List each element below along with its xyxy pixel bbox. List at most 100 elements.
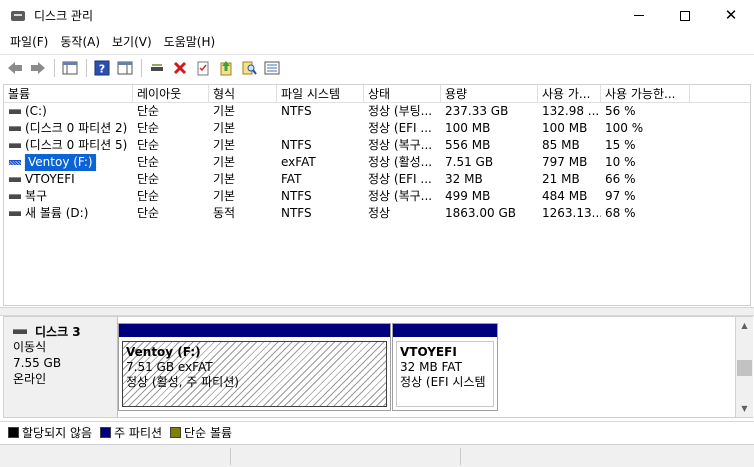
legend-swatch-simple-volume	[170, 427, 182, 438]
cell-volume: (디스크 0 파티션 5)	[4, 137, 133, 154]
scroll-thumb[interactable]	[737, 360, 752, 376]
cell-percent-free: 100 %	[605, 121, 644, 135]
table-row[interactable]: VTOYEFI 단순 기본 FAT 정상 (EFI ... 32 MB 21 MB 66 %	[4, 171, 750, 188]
export-button[interactable]	[215, 57, 237, 79]
close-button[interactable]: ✕	[708, 0, 754, 31]
back-button[interactable]	[4, 57, 26, 79]
menu-file[interactable]: 파일(F)	[4, 31, 54, 53]
cell-status: 정상 (부팅...	[368, 104, 433, 118]
column-header-type[interactable]: 형식	[209, 85, 277, 103]
legend-item-unallocated: 할당되지 않음	[8, 424, 92, 441]
partition-vtoyefi[interactable]: VTOYEFI 32 MB FAT 정상 (EFI 시스템	[392, 323, 498, 411]
cell-type: 기본	[213, 104, 236, 118]
volume-icon	[9, 194, 21, 199]
column-header-status[interactable]: 상태	[364, 85, 441, 103]
console-tree-button[interactable]	[59, 57, 81, 79]
delete-button[interactable]	[169, 57, 191, 79]
volume-name: (디스크 0 파티션 5)	[25, 138, 128, 152]
cell-capacity: 100 MB	[445, 121, 491, 135]
status-separator	[460, 448, 461, 465]
settings-list-icon	[264, 61, 280, 74]
table-row[interactable]: 복구 단순 기본 NTFS 정상 (복구... 499 MB 484 MB 97 %	[4, 188, 750, 205]
cell-layout: 단순	[137, 206, 160, 220]
cell-volume: Ventoy (F:)	[4, 154, 133, 171]
column-header-layout[interactable]: 레이아웃	[133, 85, 209, 103]
delete-icon	[173, 61, 187, 74]
column-header-volume[interactable]: 볼륨	[4, 85, 133, 103]
table-row[interactable]: (디스크 0 파티션 5) 단순 기본 NTFS 정상 (복구... 556 MB 85 M…	[4, 137, 750, 154]
column-header-file-system[interactable]: 파일 시스템	[277, 85, 364, 103]
volume-icon	[9, 143, 21, 148]
pane-splitter[interactable]	[0, 307, 754, 316]
column-header-free-space[interactable]: 사용 가...	[538, 85, 601, 103]
cell-file-system: FAT	[281, 172, 302, 186]
table-row[interactable]: (C:) 단순 기본 NTFS 정상 (부팅... 237.33 GB 132.98 ...…	[4, 103, 750, 120]
status-separator	[230, 448, 231, 465]
volume-name: 새 볼륨 (D:)	[25, 206, 89, 220]
properties-button[interactable]	[192, 57, 214, 79]
column-header-percent-free[interactable]: 사용 가능한...	[601, 85, 690, 103]
action-pane-button[interactable]	[114, 57, 136, 79]
disk-icon	[13, 328, 27, 334]
disk-graphical-view: 디스크 3 이동식 7.55 GB 온라인 Ventoy (F:) 7.51 G…	[3, 316, 736, 418]
toolbar-separator	[86, 58, 87, 77]
menu-view[interactable]: 보기(V)	[106, 31, 158, 53]
forward-arrow-icon	[31, 61, 45, 74]
cell-file-system: NTFS	[281, 104, 312, 118]
partition-type-bar	[393, 324, 497, 337]
partition-size-fs: 7.51 GB exFAT	[126, 360, 213, 374]
forward-button[interactable]	[27, 57, 49, 79]
partition-size-fs: 32 MB FAT	[400, 360, 462, 374]
disk-info-panel[interactable]: 디스크 3 이동식 7.55 GB 온라인	[4, 317, 118, 417]
table-row[interactable]: Ventoy (F:) 단순 기본 exFAT 정상 (활성... 7.51 GB 797 …	[4, 154, 750, 171]
connect-disk-button[interactable]	[146, 57, 168, 79]
volume-name: (C:)	[25, 104, 47, 118]
disk-name: 디스크 3	[35, 324, 81, 339]
cell-type: 기본	[213, 121, 236, 135]
partition-legend: 할당되지 않음 주 파티션 단순 볼륨	[0, 421, 754, 443]
help-button[interactable]: ?	[91, 57, 113, 79]
volume-icon	[9, 211, 21, 216]
cell-file-system: NTFS	[281, 138, 312, 152]
cell-status: 정상 (EFI ...	[368, 121, 432, 135]
disk-view-scrollbar[interactable]: ▲ ▼	[736, 316, 753, 418]
volume-list-header: 볼륨 레이아웃 형식 파일 시스템 상태 용량 사용 가... 사용 가능한..…	[4, 85, 750, 103]
cell-layout: 단순	[137, 138, 160, 152]
partition-ventoy[interactable]: Ventoy (F:) 7.51 GB exFAT 정상 (활성, 주 파티션)	[118, 323, 391, 411]
console-tree-icon	[62, 61, 78, 74]
volume-list[interactable]: 볼륨 레이아웃 형식 파일 시스템 상태 용량 사용 가... 사용 가능한..…	[3, 84, 751, 306]
search-button[interactable]	[238, 57, 260, 79]
cell-file-system: NTFS	[281, 189, 312, 203]
partition-vtoyefi-body: VTOYEFI 32 MB FAT 정상 (EFI 시스템	[396, 341, 494, 407]
toolbar-separator	[54, 58, 55, 77]
maximize-button[interactable]	[662, 0, 708, 31]
settings-list-button[interactable]	[261, 57, 283, 79]
volume-name: Ventoy (F:)	[24, 154, 97, 171]
volume-icon	[9, 109, 21, 114]
volume-icon	[9, 126, 21, 131]
partition-status: 정상 (활성, 주 파티션)	[126, 375, 239, 389]
volume-name: 복구	[25, 189, 48, 203]
scroll-up-icon[interactable]: ▲	[736, 317, 753, 334]
minimize-button[interactable]	[616, 0, 662, 31]
partition-name: VTOYEFI	[400, 345, 457, 359]
cell-capacity: 499 MB	[445, 189, 491, 203]
column-header-capacity[interactable]: 용량	[441, 85, 538, 103]
menu-help[interactable]: 도움말(H)	[158, 31, 222, 53]
legend-label: 주 파티션	[114, 426, 163, 440]
cell-volume: 새 볼륨 (D:)	[4, 205, 133, 222]
scroll-down-icon[interactable]: ▼	[736, 400, 753, 417]
cell-file-system	[277, 120, 364, 137]
cell-percent-free: 68 %	[605, 206, 636, 220]
cell-percent-free: 66 %	[605, 172, 636, 186]
title-bar[interactable]: 디스크 관리 ✕	[0, 0, 754, 31]
cell-layout: 단순	[137, 189, 160, 203]
svg-text:?: ?	[99, 62, 105, 75]
table-row[interactable]: (디스크 0 파티션 2) 단순 기본 정상 (EFI ... 100 MB 100 MB…	[4, 120, 750, 137]
maximize-icon	[680, 10, 690, 21]
cell-capacity: 32 MB	[445, 172, 483, 186]
legend-label: 단순 볼륨	[184, 426, 233, 440]
table-row[interactable]: 새 볼륨 (D:) 단순 동적 NTFS 정상 1863.00 GB 1263.13... 6…	[4, 205, 750, 222]
menu-action[interactable]: 동작(A)	[54, 31, 106, 53]
disk-management-app-icon[interactable]	[10, 8, 26, 24]
